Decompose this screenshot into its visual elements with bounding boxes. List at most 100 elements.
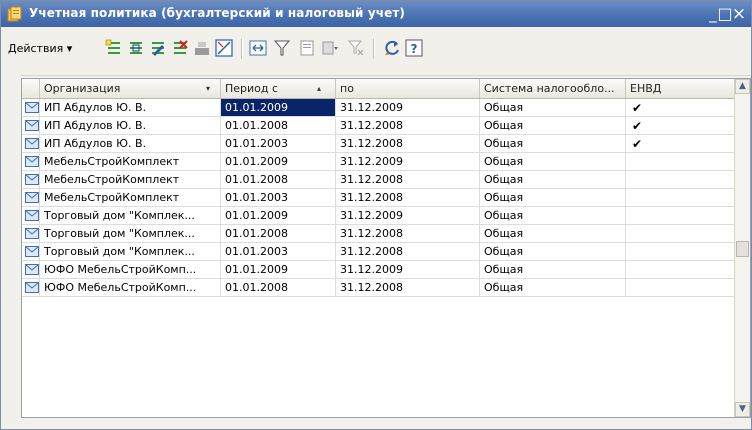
- cell-tax[interactable]: Общая: [480, 171, 626, 189]
- cell-org[interactable]: Торговый дом "Комплек...: [40, 225, 221, 243]
- cell-org[interactable]: Торговый дом "Комплек...: [40, 243, 221, 261]
- range-icon[interactable]: [249, 39, 267, 57]
- table-row[interactable]: Торговый дом "Комплек... 01.01.2003 31.12.…: [22, 243, 735, 261]
- cell-org[interactable]: ЮФО МебельСтройКомп...: [40, 261, 221, 279]
- cell-from[interactable]: 01.01.2009: [221, 207, 336, 225]
- row-icon-cell: [22, 171, 40, 189]
- clear-filter-icon[interactable]: [347, 39, 365, 57]
- filter-by-value-icon[interactable]: [299, 39, 317, 57]
- row-icon-cell: [22, 225, 40, 243]
- cell-org[interactable]: МебельСтройКомплект: [40, 171, 221, 189]
- cell-tax[interactable]: Общая: [480, 189, 626, 207]
- table-row[interactable]: ИП Абдулов Ю. В. 01.01.2003 31.12.2008 Обща…: [22, 135, 735, 153]
- cell-org[interactable]: МебельСтройКомплект: [40, 189, 221, 207]
- row-icon-cell: [22, 99, 40, 117]
- table-header: Организация ▾ Период с ▴ по Система нало…: [22, 79, 735, 99]
- close-button[interactable]: ×: [729, 4, 749, 24]
- cell-org[interactable]: ЮФО МебельСтройКомп...: [40, 279, 221, 297]
- help-icon[interactable]: ?: [405, 39, 423, 57]
- cell-envd[interactable]: [626, 189, 735, 207]
- refresh-icon[interactable]: [383, 39, 401, 57]
- table-row[interactable]: ЮФО МебельСтройКомп... 01.01.2008 31.12.20…: [22, 279, 735, 297]
- cell-tax[interactable]: Общая: [480, 117, 626, 135]
- cell-from[interactable]: 01.01.2008: [221, 117, 336, 135]
- cell-envd[interactable]: [626, 279, 735, 297]
- table-row[interactable]: ЮФО МебельСтройКомп... 01.01.2009 31.12.20…: [22, 261, 735, 279]
- cell-to[interactable]: 31.12.2008: [336, 117, 480, 135]
- cell-envd[interactable]: [626, 225, 735, 243]
- cell-to[interactable]: 31.12.2008: [336, 135, 480, 153]
- cell-tax[interactable]: Общая: [480, 135, 626, 153]
- cell-org[interactable]: ИП Абдулов Ю. В.: [40, 99, 221, 117]
- cell-tax[interactable]: Общая: [480, 225, 626, 243]
- copy-row-icon[interactable]: [127, 39, 145, 57]
- column-header-tax-system[interactable]: Система налогообло...: [480, 79, 626, 98]
- window-title: Учетная политика (бухгалтерский и налого…: [29, 6, 405, 20]
- cell-from[interactable]: 01.01.2009: [221, 153, 336, 171]
- filter-icon[interactable]: [273, 39, 291, 57]
- cell-tax[interactable]: Общая: [480, 99, 626, 117]
- vertical-scrollbar[interactable]: ▲ ▼: [734, 79, 750, 417]
- cell-from[interactable]: 01.01.2008: [221, 279, 336, 297]
- cell-from[interactable]: 01.01.2003: [221, 243, 336, 261]
- table-row[interactable]: ИП Абдулов Ю. В. 01.01.2008 31.12.2008 Обща…: [22, 117, 735, 135]
- column-header-period-to[interactable]: по: [336, 79, 480, 98]
- cell-envd[interactable]: [626, 153, 735, 171]
- cell-tax[interactable]: Общая: [480, 153, 626, 171]
- mark-delete-icon[interactable]: [215, 39, 233, 57]
- filter-history-icon[interactable]: [321, 39, 339, 57]
- scroll-thumb[interactable]: [736, 241, 749, 257]
- cell-tax[interactable]: Общая: [480, 207, 626, 225]
- cell-to[interactable]: 31.12.2009: [336, 153, 480, 171]
- cell-from[interactable]: 01.01.2008: [221, 225, 336, 243]
- table-row[interactable]: МебельСтройКомплект 01.01.2008 31.12.2008 О…: [22, 171, 735, 189]
- cell-envd[interactable]: [626, 207, 735, 225]
- column-header-period-from[interactable]: Период с ▴: [221, 79, 336, 98]
- title-bar[interactable]: Учетная политика (бухгалтерский и налого…: [1, 1, 751, 27]
- scroll-down-button[interactable]: ▼: [735, 402, 750, 417]
- cell-to[interactable]: 31.12.2008: [336, 189, 480, 207]
- actions-menu-button[interactable]: Действия ▾: [5, 39, 75, 59]
- cell-org[interactable]: ИП Абдулов Ю. В.: [40, 117, 221, 135]
- cell-tax[interactable]: Общая: [480, 279, 626, 297]
- cell-org[interactable]: МебельСтройКомплект: [40, 153, 221, 171]
- cell-to[interactable]: 31.12.2008: [336, 225, 480, 243]
- policy-table[interactable]: Организация ▾ Период с ▴ по Система нало…: [21, 78, 751, 418]
- cell-envd[interactable]: ✔: [626, 117, 735, 135]
- cell-from[interactable]: 01.01.2008: [221, 171, 336, 189]
- add-row-icon[interactable]: [105, 39, 123, 57]
- cell-to[interactable]: 31.12.2008: [336, 279, 480, 297]
- cell-from[interactable]: 01.01.2009: [221, 99, 336, 117]
- cell-from[interactable]: 01.01.2003: [221, 189, 336, 207]
- cell-to[interactable]: 31.12.2008: [336, 243, 480, 261]
- cell-tax[interactable]: Общая: [480, 261, 626, 279]
- edit-row-icon[interactable]: [149, 39, 167, 57]
- table-row[interactable]: МебельСтройКомплект 01.01.2009 31.12.2009 О…: [22, 153, 735, 171]
- hierarchy-icon[interactable]: [193, 39, 211, 57]
- table-row[interactable]: МебельСтройКомплект 01.01.2003 31.12.2008 О…: [22, 189, 735, 207]
- row-icon-cell: [22, 153, 40, 171]
- toolbar-separator: [373, 39, 375, 59]
- table-row[interactable]: Торговый дом "Комплек... 01.01.2008 31.12.…: [22, 225, 735, 243]
- cell-org[interactable]: Торговый дом "Комплек...: [40, 207, 221, 225]
- cell-envd[interactable]: [626, 261, 735, 279]
- delete-row-icon[interactable]: [171, 39, 189, 57]
- column-header-organization[interactable]: Организация ▾: [40, 79, 221, 98]
- column-header-envd[interactable]: ЕНВД: [626, 79, 735, 98]
- table-row[interactable]: ИП Абдулов Ю. В. 01.01.2009 31.12.2009 Обща…: [22, 99, 735, 117]
- cell-tax[interactable]: Общая: [480, 243, 626, 261]
- cell-envd[interactable]: [626, 171, 735, 189]
- cell-from[interactable]: 01.01.2003: [221, 135, 336, 153]
- cell-to[interactable]: 31.12.2009: [336, 99, 480, 117]
- cell-envd[interactable]: ✔: [626, 99, 735, 117]
- row-icon-cell: [22, 189, 40, 207]
- scroll-up-button[interactable]: ▲: [735, 79, 750, 94]
- table-row[interactable]: Торговый дом "Комплек... 01.01.2009 31.12.…: [22, 207, 735, 225]
- cell-envd[interactable]: [626, 243, 735, 261]
- cell-from[interactable]: 01.01.2009: [221, 261, 336, 279]
- cell-to[interactable]: 31.12.2008: [336, 171, 480, 189]
- cell-org[interactable]: ИП Абдулов Ю. В.: [40, 135, 221, 153]
- cell-to[interactable]: 31.12.2009: [336, 207, 480, 225]
- cell-envd[interactable]: ✔: [626, 135, 735, 153]
- cell-to[interactable]: 31.12.2009: [336, 261, 480, 279]
